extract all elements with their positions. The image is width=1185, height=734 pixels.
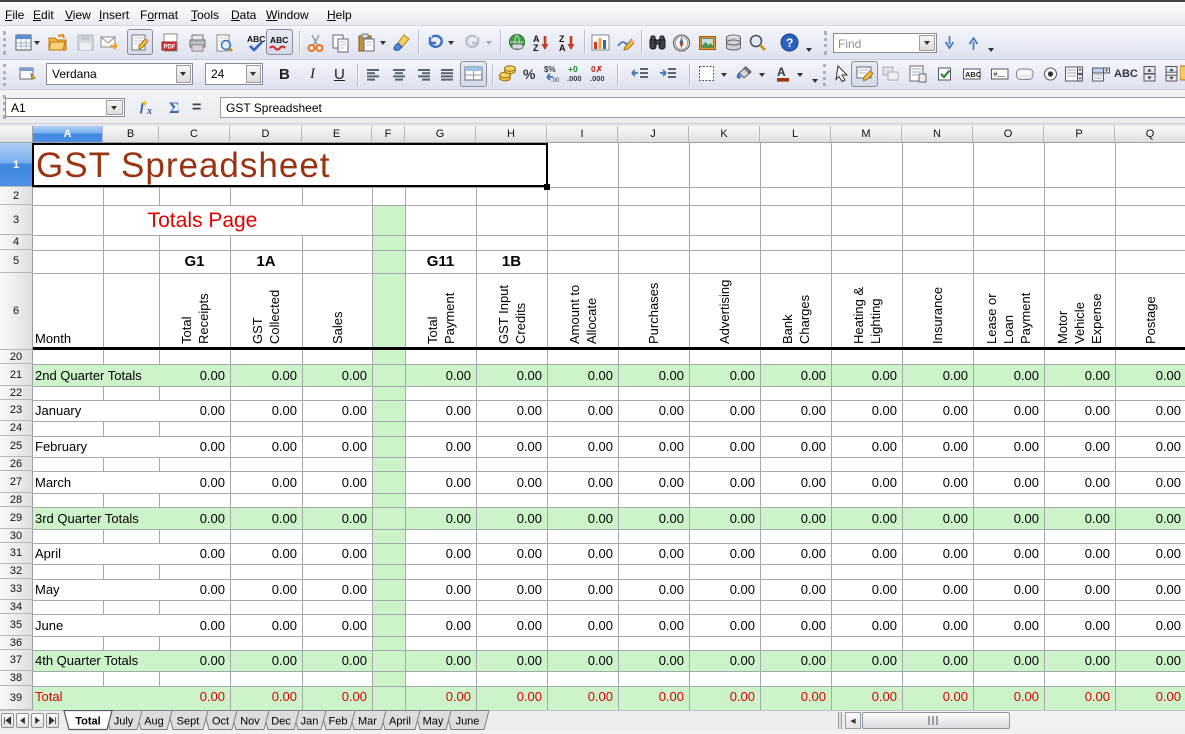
svg-text:May: May	[423, 716, 444, 728]
svg-text:ABC: ABC	[270, 35, 288, 45]
svg-text:x: x	[146, 106, 152, 117]
svg-text:ABC: ABC	[247, 34, 265, 44]
svg-text:Jan: Jan	[301, 716, 319, 728]
svg-text:.00: .00	[551, 78, 560, 84]
svg-text:%: %	[523, 66, 536, 82]
svg-text:Sept: Sept	[177, 716, 200, 728]
svg-text:PDF: PDF	[164, 45, 176, 51]
svg-text:Aug: Aug	[144, 716, 164, 728]
svg-text:?: ?	[786, 36, 793, 50]
svg-text:.000: .000	[567, 74, 582, 83]
svg-text:f: f	[140, 99, 146, 114]
svg-text:Σ: Σ	[169, 100, 179, 117]
svg-text:Feb: Feb	[329, 716, 348, 728]
svg-text:July: July	[114, 716, 134, 728]
svg-text:Nov: Nov	[240, 716, 260, 728]
svg-text:Z: Z	[533, 43, 539, 53]
svg-text:$%: $%	[544, 65, 556, 74]
svg-text:#.: #.	[994, 72, 1000, 79]
svg-text:.000: .000	[590, 74, 605, 83]
svg-text:A: A	[559, 43, 566, 53]
svg-text:ABC: ABC	[965, 70, 982, 79]
svg-text:0✗: 0✗	[591, 64, 603, 74]
svg-text:Mar: Mar	[358, 716, 377, 728]
svg-text:A: A	[777, 65, 786, 79]
svg-text:April: April	[389, 716, 411, 728]
svg-text:Total: Total	[75, 716, 100, 728]
svg-text:June: June	[456, 716, 480, 728]
svg-text:+0: +0	[568, 64, 578, 74]
svg-text:Dec: Dec	[271, 716, 291, 728]
svg-text:Oct: Oct	[212, 716, 229, 728]
